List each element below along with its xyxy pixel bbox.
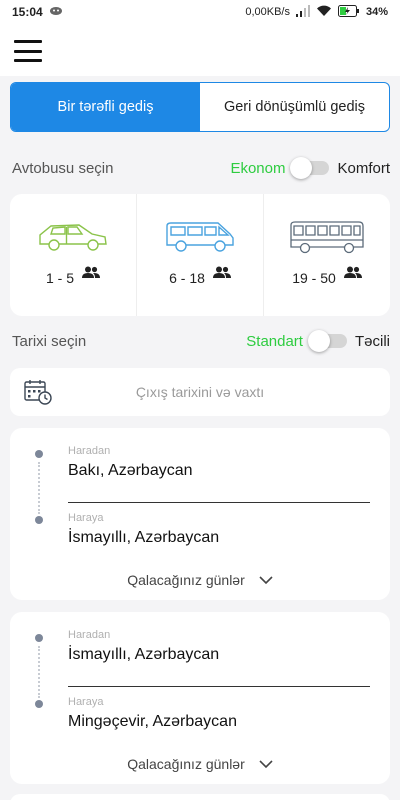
bus-icon <box>290 221 364 254</box>
status-left: 15:04 <box>12 5 63 19</box>
from-label: Haradan <box>68 629 111 641</box>
from-field[interactable]: Bakı, Azərbaycan <box>68 462 193 480</box>
origin-dot <box>35 450 43 458</box>
switch-knob <box>290 157 313 179</box>
status-right: 0,00KB/s 34% <box>245 4 388 20</box>
from-field[interactable]: İsmayıllı, Azərbaycan <box>68 646 219 664</box>
bus-section-header: Avtobusu seçin Ekonom Komfort <box>12 156 390 180</box>
capacity-bus: 19 - 50 <box>292 266 362 290</box>
status-bar: 15:04 0,00KB/s 34% <box>0 0 400 24</box>
wifi-icon <box>316 5 332 20</box>
capacity-car: 1 - 5 <box>46 266 100 290</box>
to-label: Haraya <box>68 696 104 708</box>
network-speed: 0,00KB/s <box>245 6 290 18</box>
tab-round-trip[interactable]: Geri dönüşümlü gediş <box>200 83 389 131</box>
tab-one-way[interactable]: Bir tərəfli gediş <box>11 83 200 131</box>
bus-class-switch[interactable] <box>290 157 330 179</box>
calendar-clock-icon <box>24 379 52 410</box>
capacity-car-text: 1 - 5 <box>45 270 74 286</box>
urgency-switch-group: Standart Təcili <box>246 330 390 352</box>
notification-icon <box>49 5 63 19</box>
bus-option-car[interactable]: 1 - 5 <box>10 194 136 316</box>
stay-days-label: Qalacağınız günlər <box>127 572 245 588</box>
switch-knob <box>307 330 330 352</box>
comfort-label: Komfort <box>337 159 390 177</box>
app-header <box>0 24 400 76</box>
bus-class-switch-group: Ekonom Komfort <box>230 157 390 179</box>
standard-label: Standart <box>246 332 303 350</box>
route-card: Haradan İsmayıllı, Azərbaycan Haraya Min… <box>10 612 390 784</box>
people-icon <box>343 266 362 290</box>
destination-dot <box>35 516 43 524</box>
people-icon <box>82 266 100 290</box>
origin-dot <box>35 634 43 642</box>
from-underline <box>68 686 370 687</box>
capacity-bus-text: 19 - 50 <box>292 270 336 286</box>
car-icon <box>39 224 107 251</box>
from-label: Haradan <box>68 445 111 457</box>
to-label: Haraya <box>68 512 104 524</box>
status-time: 15:04 <box>12 5 43 19</box>
departure-date-field[interactable]: Çıxış tarixini və vaxtı <box>10 368 390 416</box>
stay-days-toggle[interactable]: Qalacağınız günlər <box>10 572 390 588</box>
route-line <box>38 462 40 514</box>
battery-percent: 34% <box>365 6 388 18</box>
route-card-partial <box>10 794 390 800</box>
hamburger-menu-icon[interactable] <box>14 40 42 62</box>
urgent-label: Təcili <box>354 332 390 350</box>
bus-selection-card: 1 - 5 6 - 18 19 - 50 <box>10 194 390 316</box>
destination-dot <box>35 700 43 708</box>
from-underline <box>68 502 370 503</box>
chevron-down-icon <box>259 572 273 588</box>
capacity-minibus-text: 6 - 18 <box>169 270 205 286</box>
urgency-switch[interactable] <box>307 330 347 352</box>
minibus-icon <box>166 222 234 252</box>
economy-label: Ekonom <box>230 159 286 177</box>
capacity-minibus: 6 - 18 <box>169 266 231 290</box>
route-dots <box>34 450 44 524</box>
route-card: Haradan Bakı, Azərbaycan Haraya İsmayıll… <box>10 428 390 600</box>
people-icon <box>212 266 231 290</box>
chevron-down-icon <box>259 756 273 772</box>
stay-days-label: Qalacağınız günlər <box>127 756 245 772</box>
date-section-header: Tarixi seçin Standart Təcili <box>12 329 390 353</box>
to-field[interactable]: İsmayıllı, Azərbaycan <box>68 529 219 547</box>
battery-icon <box>337 4 360 20</box>
date-section-label: Tarixi seçin <box>12 332 87 350</box>
stay-days-toggle[interactable]: Qalacağınız günlər <box>10 756 390 772</box>
bus-section-label: Avtobusu seçin <box>12 159 114 177</box>
signal-icon <box>295 4 310 20</box>
departure-date-placeholder: Çıxış tarixini və vaxtı <box>135 384 265 400</box>
bus-option-minibus[interactable]: 6 - 18 <box>136 194 263 316</box>
route-line <box>38 646 40 698</box>
route-dots <box>34 634 44 708</box>
bus-option-bus[interactable]: 19 - 50 <box>263 194 390 316</box>
to-field[interactable]: Mingəçevir, Azərbaycan <box>68 713 237 731</box>
trip-type-toggle: Bir tərəfli gediş Geri dönüşümlü gediş <box>10 82 390 132</box>
